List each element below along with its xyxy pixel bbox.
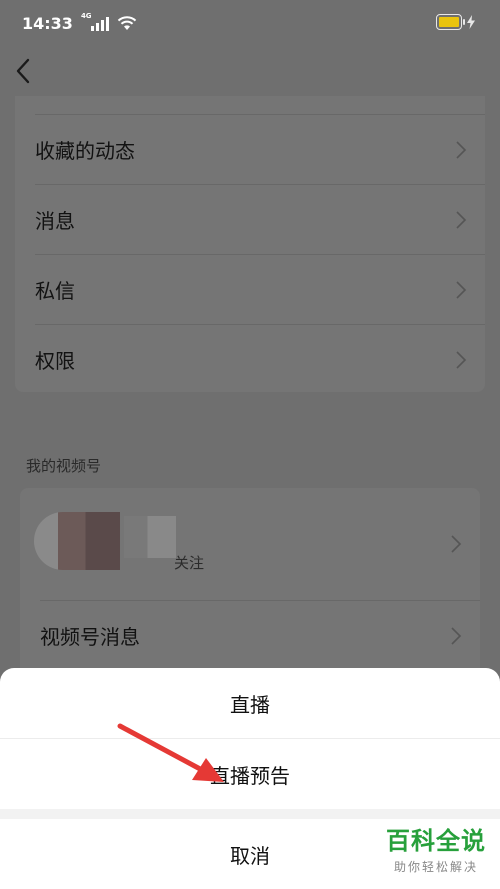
channel-profile-row[interactable]: 关注 <box>20 488 480 600</box>
settings-item-favorites[interactable]: 收藏的动态 <box>15 114 485 184</box>
charging-icon <box>467 15 475 29</box>
battery-icon <box>436 14 465 30</box>
chevron-right-icon <box>451 535 462 553</box>
watermark-subtitle: 助你轻松解决 <box>393 860 478 874</box>
avatar <box>34 512 120 570</box>
back-icon[interactable] <box>14 56 34 86</box>
channel-messages-item[interactable]: 视频号消息 <box>20 600 480 670</box>
cancel-label: 取消 <box>230 843 270 868</box>
screen: 14:33 4G 收藏的动态 消息 私信 权限 我的视频号 关注 视频号消息 直… <box>0 0 500 889</box>
live-preview-option[interactable]: 直播预告 <box>0 739 500 809</box>
settings-item-label: 私信 <box>35 278 75 303</box>
follow-label: 关注 <box>174 554 205 572</box>
chevron-right-icon <box>451 627 462 645</box>
watermark: 百科全说 助你轻松解决 <box>386 821 486 875</box>
chevron-right-icon <box>456 351 467 369</box>
chevron-right-icon <box>456 141 467 159</box>
blurred-name <box>124 516 176 558</box>
settings-item-private-messages[interactable]: 私信 <box>15 254 485 324</box>
settings-card: 收藏的动态 消息 私信 权限 <box>15 96 485 392</box>
chevron-right-icon <box>456 211 467 229</box>
settings-item-label: 消息 <box>35 208 75 233</box>
settings-item-label: 收藏的动态 <box>35 138 135 163</box>
status-bar: 14:33 4G <box>0 0 500 46</box>
wifi-icon <box>117 16 137 30</box>
channel-messages-label: 视频号消息 <box>40 624 140 649</box>
battery-indicator <box>436 14 476 30</box>
channel-card: 关注 视频号消息 <box>20 488 480 688</box>
annotation-arrow-icon <box>117 723 224 782</box>
settings-item-label: 权限 <box>35 348 75 373</box>
signal-icon: 4G <box>80 12 109 31</box>
network-type: 4G <box>80 12 92 20</box>
settings-item-messages[interactable]: 消息 <box>15 184 485 254</box>
live-option-label: 直播 <box>230 692 270 717</box>
sheet-gap <box>0 809 500 819</box>
settings-item-permissions[interactable]: 权限 <box>15 324 485 394</box>
watermark-title: 百科全说 <box>386 827 486 855</box>
status-time: 14:33 <box>22 13 73 33</box>
section-title: 我的视频号 <box>26 457 102 475</box>
nav-bar <box>0 46 500 98</box>
chevron-right-icon <box>456 281 467 299</box>
live-option[interactable]: 直播 <box>0 668 500 738</box>
